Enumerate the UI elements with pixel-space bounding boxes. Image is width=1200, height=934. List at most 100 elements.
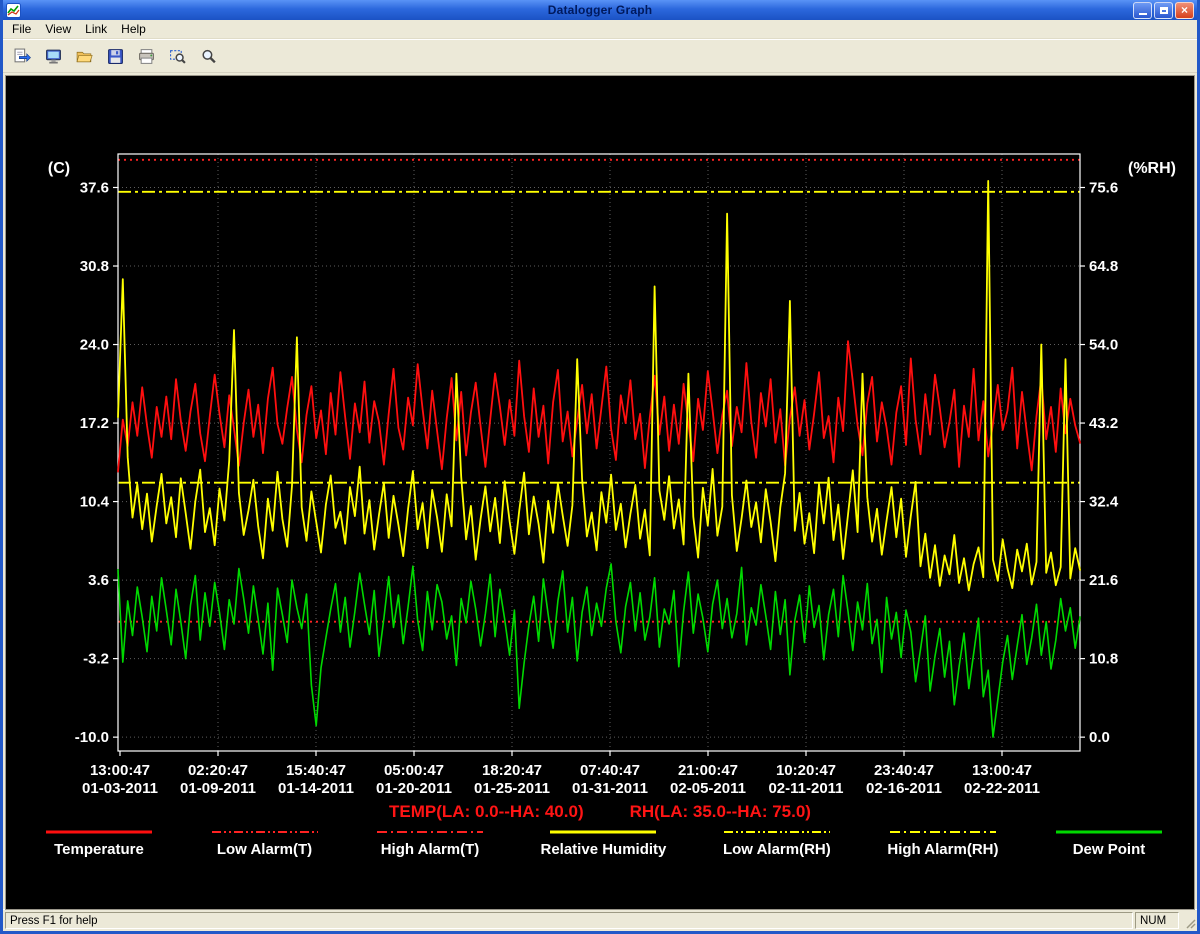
x-axis-date-label: 01-14-2011 [278, 780, 354, 797]
menu-item-file[interactable]: File [5, 21, 38, 37]
menu-item-link[interactable]: Link [78, 21, 114, 37]
monitor-icon [45, 48, 62, 65]
minimize-icon [1139, 13, 1147, 15]
x-axis-time-label: 05:00:47 [384, 762, 444, 779]
legend-item-high-alarm-rh: High Alarm(RH) [887, 828, 998, 858]
right-axis-tick-label: 54.0 [1089, 337, 1118, 354]
save-button[interactable] [102, 43, 129, 69]
resize-grip[interactable] [1181, 912, 1196, 929]
status-message-text: Press F1 for help [10, 915, 98, 927]
x-axis-time-label: 13:00:47 [972, 762, 1032, 779]
x-axis-time-label: 18:20:47 [482, 762, 542, 779]
legend-item-relative-humidity: Relative Humidity [541, 828, 667, 858]
legend-line-high-alarm-t [375, 828, 485, 836]
close-button[interactable]: × [1175, 2, 1194, 19]
x-axis-date-label: 02-22-2011 [964, 780, 1040, 797]
legend-line-low-alarm-t [210, 828, 320, 836]
print-button[interactable] [133, 43, 160, 69]
app-icon [6, 3, 21, 18]
alarm-summary: TEMP(LA: 0.0--HA: 40.0) RH(LA: 35.0--HA:… [6, 802, 1194, 822]
legend-label: High Alarm(RH) [887, 841, 998, 858]
right-axis-tick-label: 21.6 [1089, 572, 1118, 589]
x-axis-date-label: 01-09-2011 [180, 780, 256, 797]
x-axis-time-label: 23:40:47 [874, 762, 934, 779]
left-axis-unit-label: (C) [48, 160, 70, 177]
legend-line-relative-humidity [548, 828, 658, 836]
maximize-button[interactable] [1154, 2, 1173, 19]
legend-item-temperature: Temperature [44, 828, 154, 858]
legend-label: Dew Point [1073, 841, 1146, 858]
legend-label: Low Alarm(RH) [723, 841, 831, 858]
title-bar: Datalogger Graph × [3, 0, 1197, 20]
x-axis-time-label: 21:00:47 [678, 762, 738, 779]
right-axis-tick-label: 43.2 [1089, 415, 1118, 432]
legend-line-temperature [44, 828, 154, 836]
status-bar: Press F1 for help NUM [3, 909, 1197, 931]
chart-area: (C) (%RH) 37.630.824.017.210.43.6-3.2-10… [5, 75, 1195, 910]
zoom-window-button[interactable] [164, 43, 191, 69]
zoom-button[interactable] [195, 43, 222, 69]
x-axis-date-label: 02-11-2011 [768, 780, 843, 797]
legend-label: Relative Humidity [541, 841, 667, 858]
x-axis-time-label: 15:40:47 [286, 762, 346, 779]
realtime-display-button[interactable] [40, 43, 67, 69]
legend-label: Low Alarm(T) [217, 841, 312, 858]
legend-item-low-alarm-t: Low Alarm(T) [210, 828, 320, 858]
zoom-icon [200, 48, 217, 65]
left-axis-tick-label: -3.2 [83, 651, 109, 668]
save-icon [107, 48, 124, 65]
maximize-icon [1160, 7, 1168, 14]
legend: Temperature Low Alarm(T) High Alarm(T) Rela… [6, 828, 1194, 858]
legend-line-high-alarm-rh [888, 828, 998, 836]
left-axis-tick-label: 3.6 [88, 572, 109, 589]
x-axis-time-label: 07:40:47 [580, 762, 640, 779]
close-icon: × [1181, 4, 1188, 16]
left-axis-tick-label: 37.6 [80, 180, 109, 197]
x-axis-date-label: 01-20-2011 [376, 780, 452, 797]
left-axis-tick-label: 10.4 [80, 494, 110, 511]
left-axis-tick-label: 30.8 [80, 258, 109, 275]
right-axis-tick-label: 10.8 [1089, 651, 1118, 668]
app-window: Datalogger Graph × FileViewLinkHelp [0, 0, 1200, 934]
minimize-button[interactable] [1133, 2, 1152, 19]
num-lock-indicator: NUM [1135, 912, 1179, 929]
window-title: Datalogger Graph [3, 3, 1197, 17]
right-axis-tick-label: 32.4 [1089, 494, 1119, 511]
x-axis-date-label: 01-31-2011 [572, 780, 648, 797]
status-message: Press F1 for help [5, 912, 1133, 929]
zoom-fit-icon [169, 48, 186, 65]
series-dew-point [118, 564, 1080, 737]
resize-grip-icon [1183, 916, 1196, 929]
right-axis-unit-label: (%RH) [1128, 160, 1176, 177]
legend-label: High Alarm(T) [381, 841, 480, 858]
print-icon [138, 48, 155, 65]
left-axis-tick-label: 17.2 [80, 415, 109, 432]
x-axis-date-label: 01-25-2011 [474, 780, 550, 797]
menu-item-view[interactable]: View [38, 21, 78, 37]
open-button[interactable] [71, 43, 98, 69]
legend-line-low-alarm-rh [722, 828, 832, 836]
chart-canvas[interactable]: (C) (%RH) 37.630.824.017.210.43.6-3.2-10… [6, 76, 1196, 800]
toolbar [3, 39, 1197, 73]
right-axis-tick-label: 64.8 [1089, 258, 1118, 275]
legend-label: Temperature [54, 841, 144, 858]
x-axis-time-label: 02:20:47 [188, 762, 248, 779]
right-axis-tick-label: 0.0 [1089, 729, 1110, 746]
legend-item-dew-point: Dew Point [1054, 828, 1164, 858]
menu-item-help[interactable]: Help [114, 21, 153, 37]
window-controls: × [1133, 2, 1194, 19]
download-data-icon [14, 48, 31, 65]
x-axis-time-label: 10:20:47 [776, 762, 836, 779]
legend-item-low-alarm-rh: Low Alarm(RH) [722, 828, 832, 858]
legend-line-dew-point [1054, 828, 1164, 836]
right-axis-tick-label: 75.6 [1089, 180, 1118, 197]
menu-bar: FileViewLinkHelp [3, 20, 1197, 39]
x-axis-date-label: 02-16-2011 [866, 780, 942, 797]
client-area: (C) (%RH) 37.630.824.017.210.43.6-3.2-10… [3, 73, 1197, 909]
rh-alarm-label: RH(LA: 35.0--HA: 75.0) [630, 802, 811, 822]
series-group [118, 181, 1080, 737]
open-folder-icon [76, 48, 93, 65]
left-axis-tick-label: -10.0 [75, 729, 109, 746]
download-data-button[interactable] [9, 43, 36, 69]
legend-item-high-alarm-t: High Alarm(T) [375, 828, 485, 858]
